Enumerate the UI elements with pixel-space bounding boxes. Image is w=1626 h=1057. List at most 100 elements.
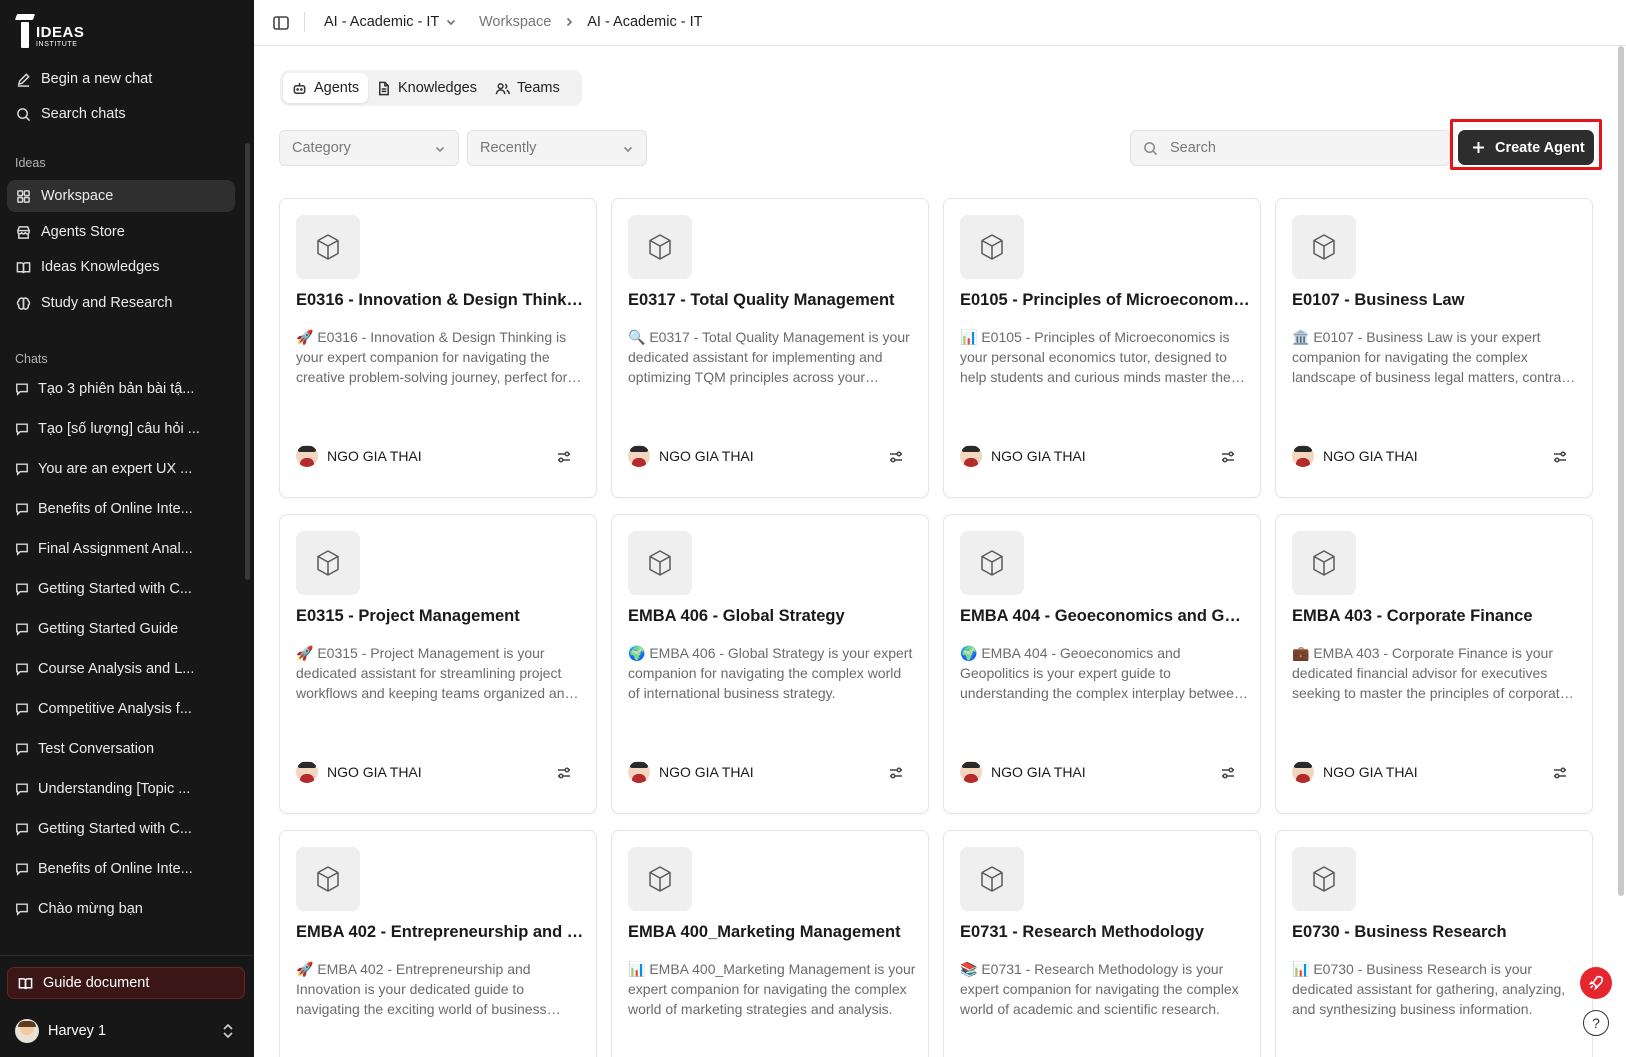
agent-card[interactable]: EMBA 402 - Entrepreneurship and Innovati… [279, 830, 597, 1057]
chat-history-item[interactable]: Getting Started with C... [7, 574, 235, 604]
chat-history-item[interactable]: Understanding [Topic ... [7, 774, 235, 804]
sliders-icon [1552, 451, 1568, 469]
agent-card[interactable]: EMBA 403 - Corporate Finance 💼 EMBA 403 -… [1275, 514, 1593, 814]
user-name: Harvey 1 [48, 1023, 107, 1039]
agent-card[interactable]: E0315 - Project Management 🚀 E0315 - Proj… [279, 514, 597, 814]
chat-bubble-icon [16, 863, 28, 876]
model-selector[interactable]: AI - Academic - IT [324, 14, 457, 30]
chat-history-item[interactable]: Final Assignment Anal... [7, 534, 235, 564]
chat-history-item[interactable]: Getting Started with C... [7, 814, 235, 844]
help-button[interactable]: ? [1583, 1010, 1609, 1036]
sidebar-item-workspace[interactable]: Workspace [7, 180, 235, 212]
chat-history-item[interactable]: Tạo 3 phiên bản bài tậ... [7, 374, 235, 404]
sliders-icon [1220, 767, 1236, 785]
agent-description: 📊 EMBA 400_Marketing Management is your … [628, 959, 916, 1019]
sidebar-toggle-button[interactable] [272, 14, 290, 32]
ideas-institute-logo[interactable]: IDEAS INSTITUTE [14, 12, 84, 48]
sidebar-scrollbar[interactable] [245, 143, 250, 580]
agent-emoji: 📊 [1292, 961, 1310, 977]
agent-settings-button[interactable] [1220, 449, 1236, 465]
agent-settings-button[interactable] [1552, 449, 1568, 465]
chat-history-item[interactable]: Test Conversation [7, 734, 235, 764]
logo-mark-icon [14, 12, 36, 48]
sidebar-item-ideas-knowledges[interactable]: Ideas Knowledges [7, 251, 235, 283]
tab-knowledges[interactable]: Knowledges [367, 73, 486, 103]
create-agent-button[interactable]: Create Agent [1458, 130, 1594, 165]
chevron-down-icon [435, 146, 445, 153]
agent-settings-button[interactable] [888, 765, 904, 781]
agent-title: EMBA 403 - Corporate Finance [1292, 607, 1533, 625]
agent-search-input[interactable] [1170, 140, 1410, 156]
agent-description: 💼 EMBA 403 - Corporate Finance is your d… [1292, 643, 1580, 703]
agent-search-box [1130, 130, 1450, 166]
model-selector-label: AI - Academic - IT [324, 14, 440, 30]
agent-settings-button[interactable] [556, 765, 572, 781]
chat-history-item[interactable]: You are an expert UX ... [7, 454, 235, 484]
tab-teams[interactable]: Teams [486, 73, 569, 103]
agent-card[interactable]: E0105 - Principles of Microeconomics 📊 E0… [943, 198, 1261, 498]
chat-history-item[interactable]: Course Analysis and L... [7, 654, 235, 684]
chat-history-item[interactable]: Benefits of Online Inte... [7, 854, 235, 884]
author-avatar [296, 445, 318, 467]
chat-history-item[interactable]: Tạo [số lượng] câu hỏi ... [7, 414, 235, 444]
agent-title: E0316 - Innovation & Design Thinking [296, 291, 586, 309]
chat-bubble-icon [16, 823, 28, 836]
author-avatar [628, 761, 650, 783]
breadcrumb-workspace[interactable]: Workspace [479, 14, 551, 30]
sidebar-item-label: Ideas Knowledges [41, 259, 160, 275]
agent-author: NGO GIA THAI [296, 761, 422, 783]
agent-description: 🚀 EMBA 402 - Entrepreneurship and Innova… [296, 959, 584, 1019]
chat-history-item[interactable]: Getting Started Guide [7, 614, 235, 644]
agent-card[interactable]: E0107 - Business Law 🏛️ E0107 - Business … [1275, 198, 1593, 498]
agent-emoji: 🌍 [960, 645, 978, 661]
rocket-button[interactable] [1580, 967, 1612, 999]
agent-avatar [1292, 531, 1356, 595]
agent-settings-button[interactable] [1552, 765, 1568, 781]
new-chat-button[interactable]: Begin a new chat [7, 63, 235, 95]
breadcrumb: Workspace AI - Academic - IT [479, 14, 703, 30]
question-icon: ? [1592, 1015, 1600, 1031]
cube-icon [981, 866, 1003, 892]
chat-bubble-icon [16, 463, 28, 476]
page-scrollbar[interactable] [1618, 46, 1624, 896]
chat-bubble-icon [16, 383, 28, 396]
guide-document-button[interactable]: Guide document [7, 967, 245, 999]
chat-bubble-icon [16, 423, 28, 436]
agent-settings-button[interactable] [888, 449, 904, 465]
sidebar-item-agents-store[interactable]: Agents Store [7, 216, 235, 248]
agent-description: 🔍 E0317 - Total Quality Management is yo… [628, 327, 916, 387]
category-select[interactable]: Category [279, 130, 459, 166]
agent-settings-button[interactable] [1220, 765, 1236, 781]
author-avatar [628, 445, 650, 467]
search-chats-button[interactable]: Search chats [7, 98, 235, 130]
chat-history-item[interactable]: Chào mừng bạn [7, 894, 235, 924]
agent-card[interactable]: EMBA 404 - Geoeconomics and Geopolitics 🌍… [943, 514, 1261, 814]
agent-card[interactable]: E0317 - Total Quality Management 🔍 E0317 … [611, 198, 929, 498]
agent-card[interactable]: EMBA 400_Marketing Management 📊 EMBA 400_… [611, 830, 929, 1057]
chat-history-item[interactable]: Benefits of Online Inte... [7, 494, 235, 524]
sidebar-item-study-research[interactable]: Study and Research [7, 287, 235, 319]
agent-card[interactable]: E0316 - Innovation & Design Thinking 🚀 E0… [279, 198, 597, 498]
book-icon [18, 977, 33, 989]
sidebar-toggle-icon [273, 16, 289, 30]
chat-history-item[interactable]: Competitive Analysis f... [7, 694, 235, 724]
new-chat-label: Begin a new chat [41, 71, 153, 87]
author-avatar [1292, 761, 1314, 783]
category-select-value: Category [292, 140, 351, 156]
agent-card[interactable]: EMBA 406 - Global Strategy 🌍 EMBA 406 - G… [611, 514, 929, 814]
agent-author: NGO GIA THAI [628, 761, 754, 783]
chat-bubble-icon [16, 543, 28, 556]
sort-select[interactable]: Recently [467, 130, 647, 166]
agent-card[interactable]: E0730 - Business Research 📊 E0730 - Busin… [1275, 830, 1593, 1057]
pencil-icon [17, 72, 30, 87]
agent-avatar [628, 847, 692, 911]
user-menu-button[interactable]: Harvey 1 [7, 1013, 245, 1049]
guide-document-label: Guide document [43, 975, 150, 991]
tab-agents[interactable]: Agents [283, 73, 369, 103]
agent-card[interactable]: E0731 - Research Methodology 📚 E0731 - Re… [943, 830, 1261, 1057]
agent-settings-button[interactable] [556, 449, 572, 465]
chat-title: Test Conversation [38, 741, 155, 757]
agent-description: 🚀 E0315 - Project Management is your ded… [296, 643, 584, 703]
agent-avatar [1292, 215, 1356, 279]
sliders-icon [1220, 451, 1236, 469]
